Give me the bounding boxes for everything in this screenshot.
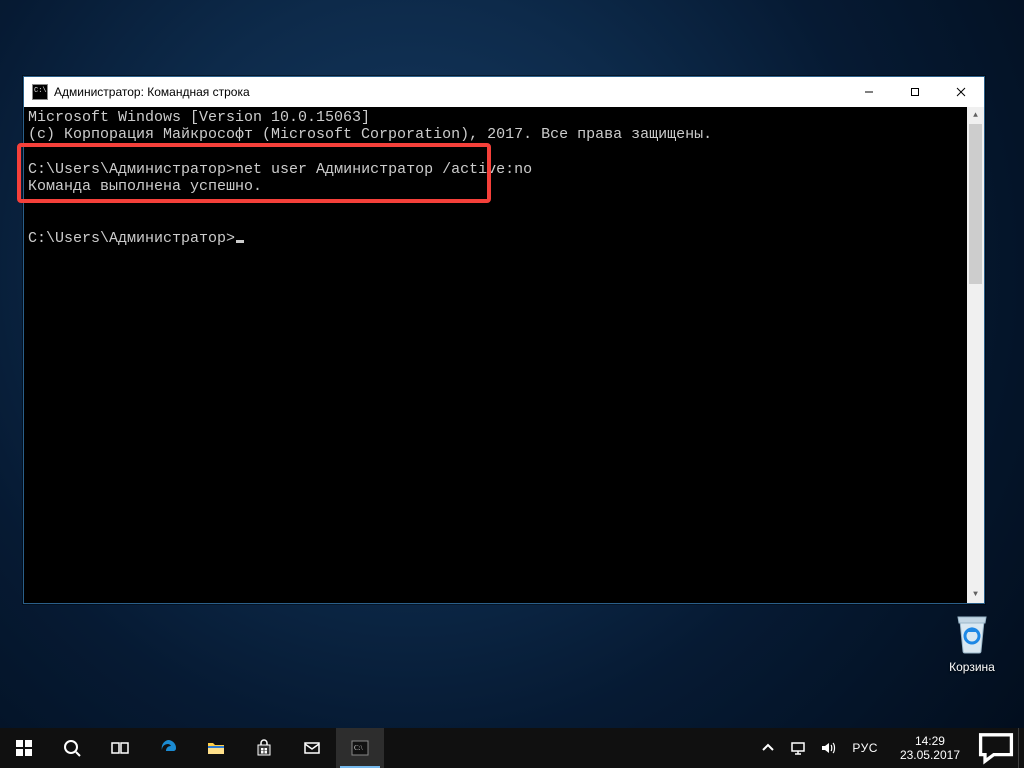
clock-date: 23.05.2017	[900, 748, 960, 762]
recycle-bin-label: Корзина	[934, 660, 1010, 674]
tray-overflow-button[interactable]	[758, 728, 778, 768]
edge-button[interactable]	[144, 728, 192, 768]
close-button[interactable]	[938, 77, 984, 107]
cmd-icon	[32, 84, 48, 100]
system-tray: РУС 14:29 23.05.2017	[748, 728, 974, 768]
cmd-window: Администратор: Командная строка Microsof…	[23, 76, 985, 604]
action-center-button[interactable]	[974, 728, 1018, 768]
scrollbar[interactable]: ▲ ▼	[967, 107, 984, 603]
console-command: net user Администратор /active:no	[235, 161, 532, 178]
scroll-thumb[interactable]	[969, 124, 982, 284]
search-button[interactable]	[48, 728, 96, 768]
maximize-button[interactable]	[892, 77, 938, 107]
scroll-down-button[interactable]: ▼	[967, 586, 984, 603]
clock[interactable]: 14:29 23.05.2017	[892, 734, 968, 763]
console-output[interactable]: Microsoft Windows [Version 10.0.15063] (…	[24, 107, 984, 603]
text-cursor	[236, 240, 244, 243]
svg-text:C:\: C:\	[354, 744, 363, 752]
cmd-taskbar-button[interactable]: C:\	[336, 728, 384, 768]
minimize-button[interactable]	[846, 77, 892, 107]
console-prompt: C:\Users\Администратор>	[28, 230, 235, 247]
volume-icon[interactable]	[818, 728, 838, 768]
window-title: Администратор: Командная строка	[54, 85, 250, 99]
console-line: (c) Корпорация Майкрософт (Microsoft Cor…	[28, 126, 712, 143]
clock-time: 14:29	[900, 734, 960, 748]
console-line: Команда выполнена успешно.	[28, 178, 262, 195]
recycle-bin[interactable]: Корзина	[934, 608, 1010, 674]
start-button[interactable]	[0, 728, 48, 768]
file-explorer-button[interactable]	[192, 728, 240, 768]
mail-button[interactable]	[288, 728, 336, 768]
recycle-bin-icon	[951, 608, 993, 656]
window-controls	[846, 77, 984, 107]
store-button[interactable]	[240, 728, 288, 768]
task-view-button[interactable]	[96, 728, 144, 768]
console-line: Microsoft Windows [Version 10.0.15063]	[28, 109, 370, 126]
language-indicator[interactable]: РУС	[848, 741, 882, 755]
taskbar: C:\ РУС 14:29 23.05.2017	[0, 728, 1024, 768]
scroll-track[interactable]	[967, 124, 984, 586]
network-icon[interactable]	[788, 728, 808, 768]
scroll-up-button[interactable]: ▲	[967, 107, 984, 124]
titlebar[interactable]: Администратор: Командная строка	[24, 77, 984, 107]
show-desktop-button[interactable]	[1018, 728, 1024, 768]
console-prompt: C:\Users\Администратор>	[28, 161, 235, 178]
